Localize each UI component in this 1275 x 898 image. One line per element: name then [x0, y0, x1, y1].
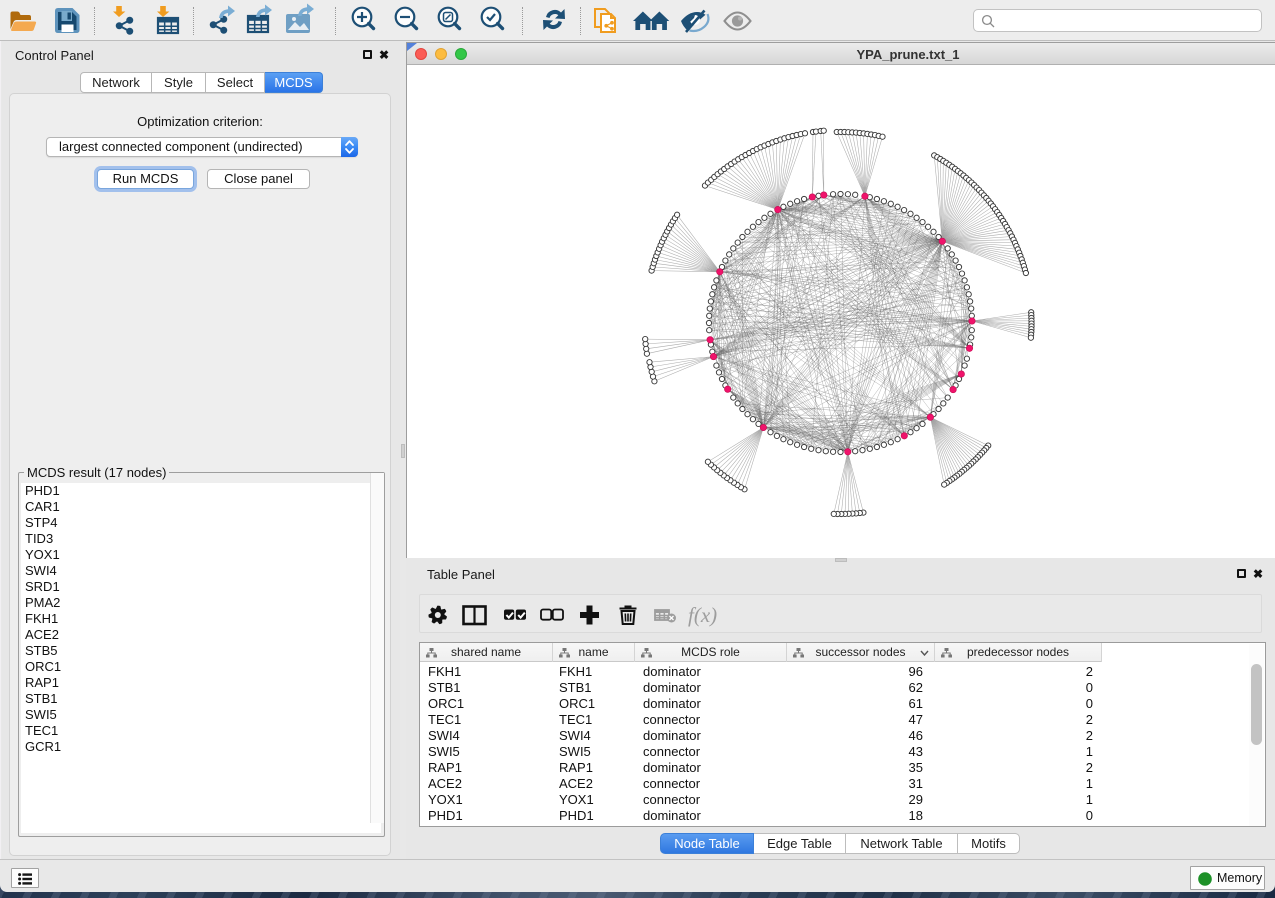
- svg-text:f(x): f(x): [688, 603, 717, 627]
